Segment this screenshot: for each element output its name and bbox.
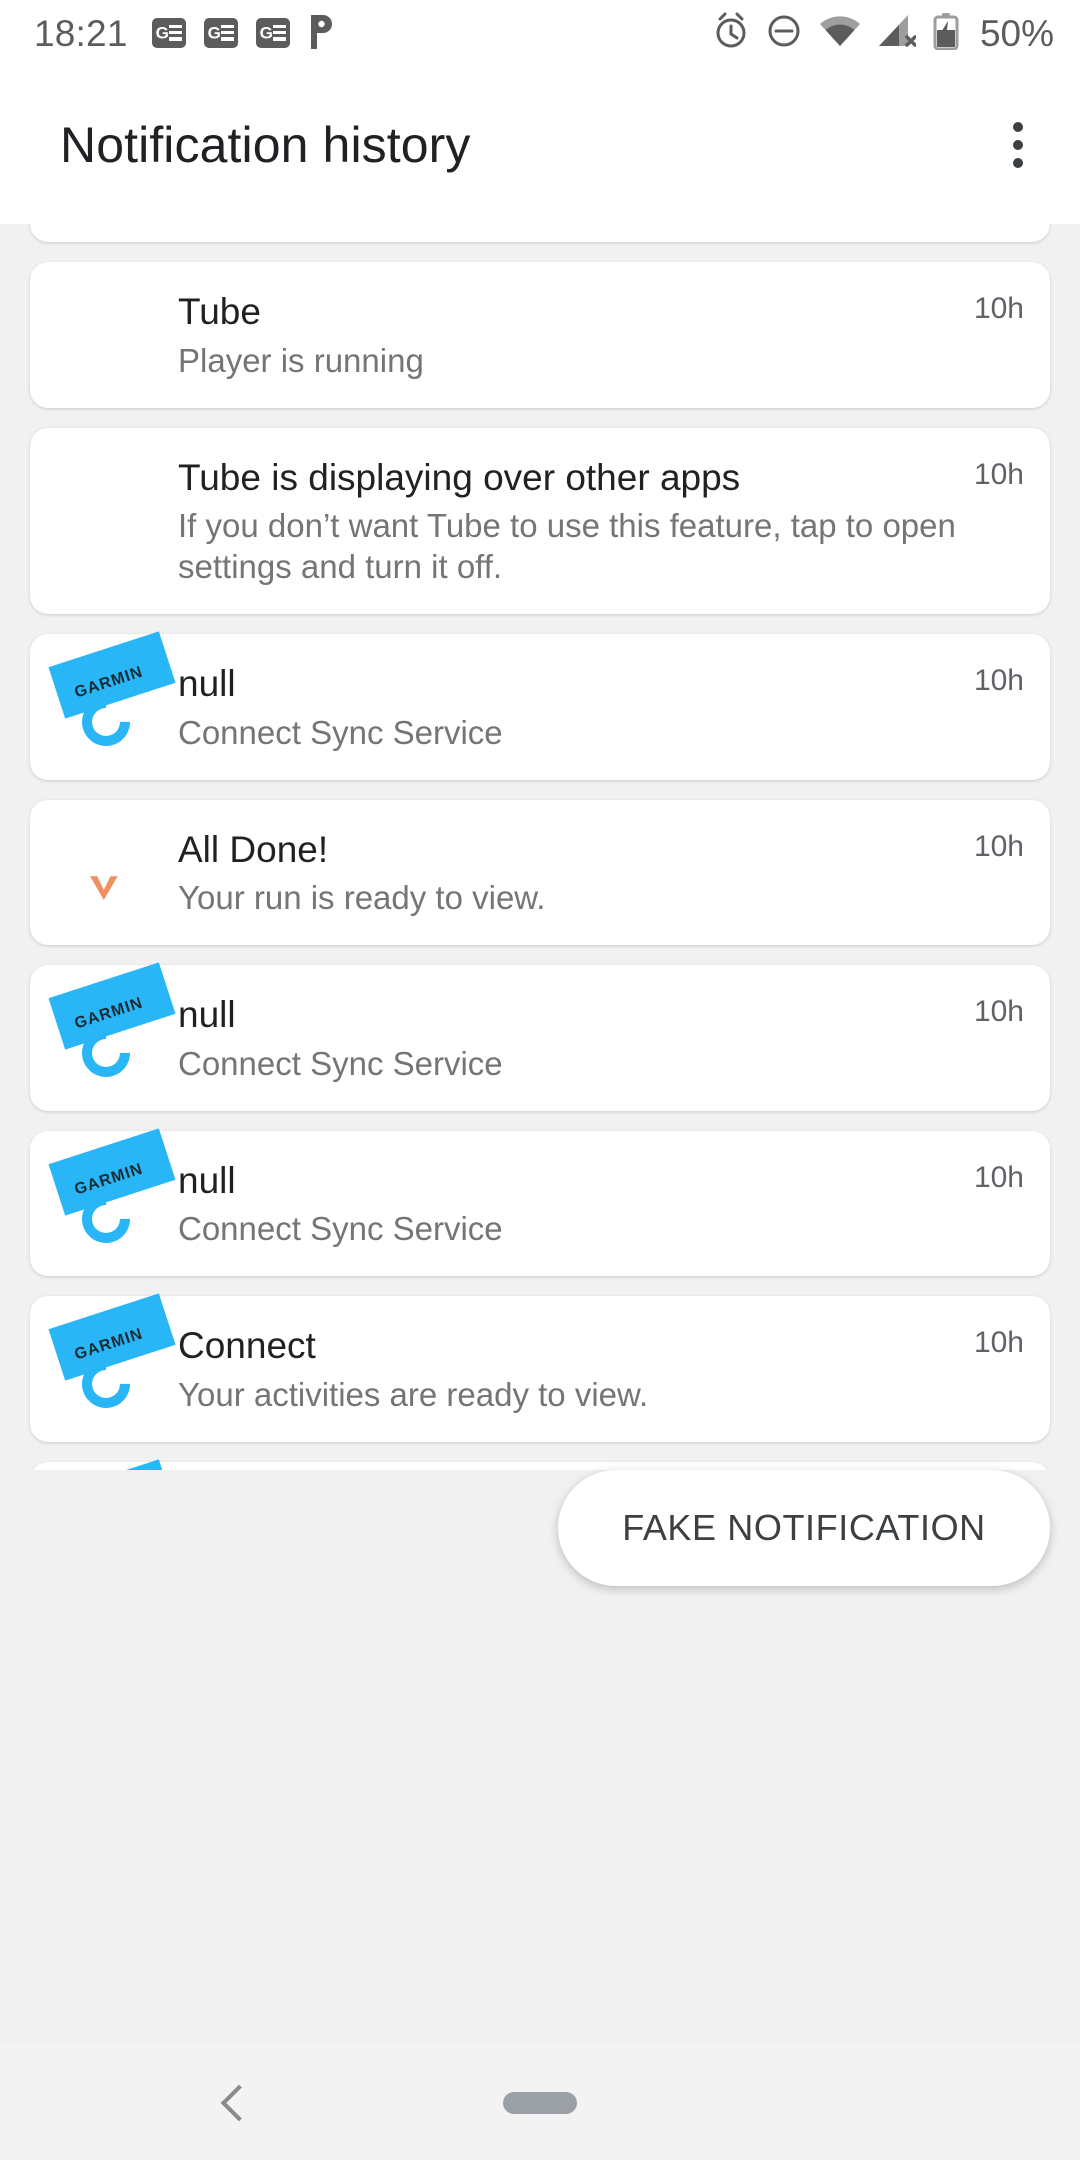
notification-text: Tube Player is running [178,288,956,382]
notification-card[interactable]: GARMIN null Connect Sync Service 10h [30,1459,1050,1470]
notification-subtitle: Connect Sync Service [178,713,503,751]
notification-timestamp: 10h [973,1326,1024,1360]
notification-subtitle: Connect Sync Service [178,1044,503,1082]
notification-card[interactable]: GARMIN Connect Your activities are ready… [30,1293,1050,1442]
phone-screen: 18:21 G G G 50% Notification history Tub… [0,0,1080,2160]
notification-title: null [178,663,236,705]
strava-icon [60,826,152,918]
dot-icon [1013,122,1023,132]
notification-title: Connect [178,1325,316,1367]
notification-timestamp: 10h [973,457,1024,491]
notification-title: Tube is displaying over other apps [178,456,741,498]
notification-card[interactable]: All Done! Your run is ready to view. 10h [30,799,1050,946]
notification-timestamp: 10h [973,664,1024,698]
garmin-connect-icon: GARMIN [48,1293,176,1419]
notification-list[interactable]: Tube Player is running 10h Tube is displ… [0,224,1080,1470]
notification-text: null Connect Sync Service [178,991,956,1085]
battery-percentage: 50% [979,12,1054,54]
notification-card[interactable]: GARMIN null Connect Sync Service 10h [30,631,1050,780]
notification-subtitle: Your activities are ready to view. [178,1375,649,1413]
pocket-casts-icon [308,13,338,54]
fake-notification-button[interactable]: FAKE NOTIFICATION [558,1470,1050,1586]
notification-timestamp: 10h [973,292,1024,325]
settings-gear-icon [60,454,152,546]
notification-subtitle: Your run is ready to view. [178,879,546,917]
notification-card[interactable]: Tube Player is running 10h [30,262,1050,408]
fake-notification-button-label: FAKE NOTIFICATION [622,1507,986,1548]
overflow-menu-button[interactable] [990,111,1046,179]
page-title: Notification history [60,117,471,173]
status-bar-system-icons: 50% [713,12,1054,55]
cell-signal-off-icon [878,14,917,53]
youtube-play-icon [60,288,152,380]
notification-timestamp: 10h [973,829,1024,863]
google-news-icon [151,18,186,48]
notification-title: null [178,994,236,1036]
dot-icon [1013,140,1023,150]
notification-text: Connect Your activities are ready to vie… [178,1322,956,1416]
system-navigation-bar [0,2045,1080,2160]
google-news-icon [255,18,290,48]
notification-subtitle: If you don’t want Tube to use this featu… [178,507,956,586]
status-bar-notification-icons [151,13,338,54]
google-news-icon [203,18,238,48]
notification-title: null [178,1159,236,1201]
battery-charging-icon [933,12,959,55]
notification-card-partial[interactable] [30,224,1050,242]
status-bar: 18:21 G G G 50% [0,0,1080,66]
chevron-left-icon[interactable] [206,2073,266,2133]
wifi-icon [819,14,861,53]
notification-title: Tube [178,291,261,332]
notification-card[interactable]: Tube is displaying over other apps If yo… [30,427,1050,615]
do-not-disturb-icon [766,13,802,54]
dot-icon [1013,158,1023,168]
alarm-icon [713,12,749,55]
garmin-connect-icon: GARMIN [48,1128,176,1253]
garmin-connect-icon: GARMIN [48,962,176,1088]
notification-card[interactable]: GARMIN null Connect Sync Service 10h [30,962,1050,1111]
garmin-connect-icon: GARMIN [48,631,176,756]
notification-text: null Connect Sync Service [178,1157,956,1251]
status-bar-clock: 18:21 [34,12,128,54]
notification-text: null Connect Sync Service [178,660,956,754]
notification-timestamp: 10h [973,1160,1024,1194]
notification-timestamp: 10h [973,995,1024,1029]
notification-subtitle: Player is running [178,341,424,379]
notification-text: Tube is displaying over other apps If yo… [178,454,956,588]
notification-card[interactable]: GARMIN null Connect Sync Service 10h [30,1128,1050,1277]
app-bar: Notification history [0,66,1080,224]
notification-text: All Done! Your run is ready to view. [178,826,956,920]
home-pill[interactable] [503,2091,577,2114]
notification-title: All Done! [178,828,329,870]
notification-subtitle: Connect Sync Service [178,1210,503,1248]
